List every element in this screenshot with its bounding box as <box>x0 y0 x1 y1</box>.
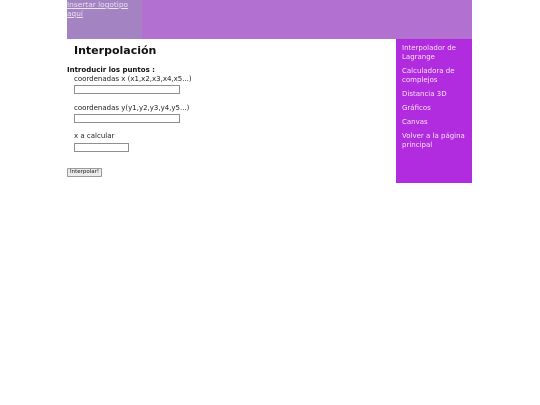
x-coordinates-input[interactable] <box>74 85 180 94</box>
sidebar-item-distance-3d[interactable]: Distancia 3D <box>402 90 468 99</box>
sidebar-item-back-to-home[interactable]: Volver a la página principal <box>402 132 468 150</box>
sidebar-item-lagrange-interpolator[interactable]: Interpolador de Lagrange <box>402 44 468 62</box>
sidebar-item-graphics[interactable]: Gráficos <box>402 104 468 113</box>
sidebar-list: Interpolador de Lagrange Calculadora de … <box>396 39 472 150</box>
x-to-calculate-input[interactable] <box>74 143 129 152</box>
x-to-calculate-label: x a calcular <box>74 132 115 140</box>
y-coordinates-input[interactable] <box>74 114 180 123</box>
header-bar: Insertar logotipo aquí <box>67 0 472 39</box>
page-title: Interpolación <box>74 44 157 57</box>
logo-text-line-2: aquí <box>67 9 83 18</box>
interpolate-button[interactable]: Interpolar! <box>67 168 103 177</box>
y-coordinates-label: coordenadas y(y1,y2,y3,y4,y5...) <box>74 104 190 112</box>
sidebar-item-complex-calculator[interactable]: Calculadora de complejos <box>402 67 468 85</box>
logo-link[interactable]: Insertar logotipo aquí <box>67 0 142 39</box>
sidebar-nav: Interpolador de Lagrange Calculadora de … <box>396 39 472 183</box>
sidebar-item-canvas[interactable]: Canvas <box>402 118 468 127</box>
x-coordinates-label: coordenadas x (x1,x2,x3,x4,x5...) <box>74 75 192 83</box>
form-heading: Introducir los puntos : <box>67 66 155 74</box>
logo-text-line-1: Insertar logotipo <box>67 0 129 9</box>
